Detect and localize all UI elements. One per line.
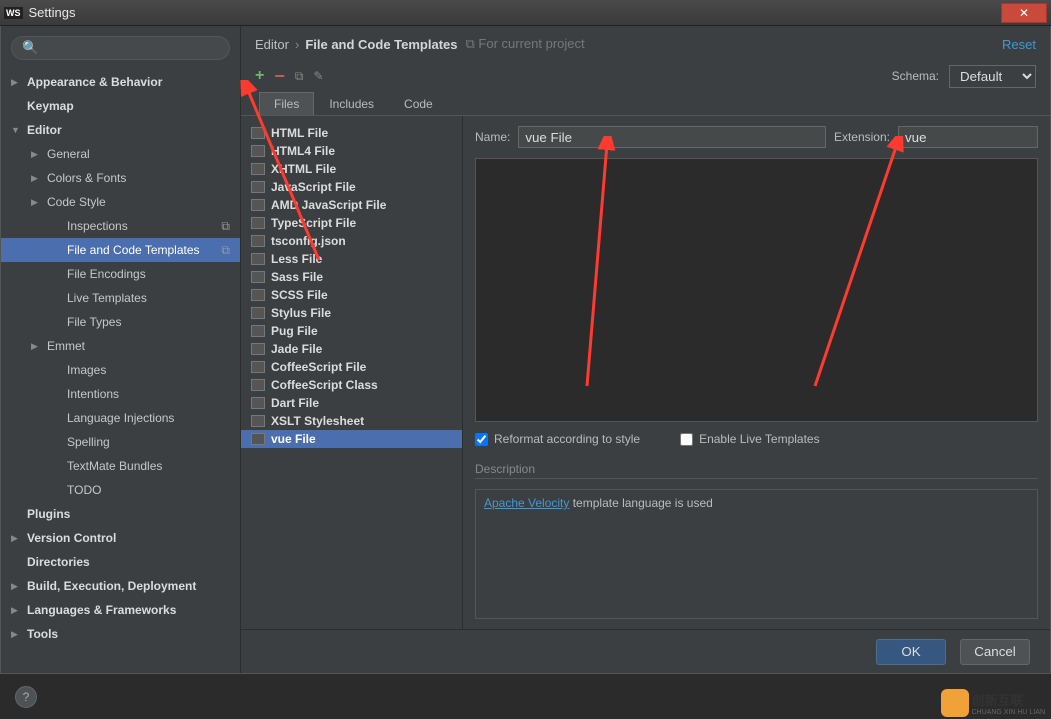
titlebar: WS Settings ✕ xyxy=(0,0,1051,26)
tree-item[interactable]: Intentions xyxy=(1,382,240,406)
file-icon xyxy=(251,127,265,139)
window-title: Settings xyxy=(29,5,76,20)
template-item[interactable]: CoffeeScript File xyxy=(241,358,462,376)
add-icon[interactable]: + xyxy=(255,67,264,85)
template-item[interactable]: XSLT Stylesheet xyxy=(241,412,462,430)
tab-code[interactable]: Code xyxy=(389,92,448,115)
template-item[interactable]: HTML4 File xyxy=(241,142,462,160)
tree-item[interactable]: ▶General xyxy=(1,142,240,166)
tree-item[interactable]: ▶Code Style xyxy=(1,190,240,214)
tree-item[interactable]: ▶Colors & Fonts xyxy=(1,166,240,190)
template-item[interactable]: Stylus File xyxy=(241,304,462,322)
schema-label: Schema: xyxy=(892,69,939,83)
tree-item[interactable]: ▶Appearance & Behavior xyxy=(1,70,240,94)
tab-files[interactable]: Files xyxy=(259,92,314,115)
tree-item[interactable]: Images xyxy=(1,358,240,382)
template-item[interactable]: Dart File xyxy=(241,394,462,412)
description-label: Description xyxy=(475,462,1038,479)
settings-tree[interactable]: ▶Appearance & BehaviorKeymap▼Editor▶Gene… xyxy=(1,66,240,673)
velocity-link[interactable]: Apache Velocity xyxy=(484,496,569,510)
copy-icon[interactable]: ⧉ xyxy=(295,69,304,84)
template-item[interactable]: Jade File xyxy=(241,340,462,358)
tree-item[interactable]: Directories xyxy=(1,550,240,574)
dialog-buttons: OK Cancel xyxy=(241,629,1050,673)
file-icon xyxy=(251,307,265,319)
live-templates-checkbox[interactable]: Enable Live Templates xyxy=(680,432,820,446)
tree-item[interactable]: Live Templates xyxy=(1,286,240,310)
reset-link[interactable]: Reset xyxy=(1002,37,1036,52)
tabs: FilesIncludesCode xyxy=(241,90,1050,116)
watermark: 创新互联CHUANG XIN HU LIAN xyxy=(941,689,1045,717)
tree-item[interactable]: TextMate Bundles xyxy=(1,454,240,478)
template-item[interactable]: Pug File xyxy=(241,322,462,340)
tree-item[interactable]: Keymap xyxy=(1,94,240,118)
file-icon xyxy=(251,433,265,445)
template-item[interactable]: AMD JavaScript File xyxy=(241,196,462,214)
schema-select[interactable]: Default xyxy=(949,65,1036,88)
tree-item[interactable]: TODO xyxy=(1,478,240,502)
tree-item[interactable]: File Types xyxy=(1,310,240,334)
template-editor[interactable] xyxy=(475,158,1038,422)
template-item[interactable]: SCSS File xyxy=(241,286,462,304)
template-item[interactable]: Less File xyxy=(241,250,462,268)
file-icon xyxy=(251,199,265,211)
tree-item[interactable]: ▼Editor xyxy=(1,118,240,142)
cancel-button[interactable]: Cancel xyxy=(960,639,1030,665)
name-label: Name: xyxy=(475,130,510,144)
file-icon xyxy=(251,361,265,373)
template-item[interactable]: vue File xyxy=(241,430,462,448)
settings-tree-panel: ▶Appearance & BehaviorKeymap▼Editor▶Gene… xyxy=(1,26,241,673)
tree-item[interactable]: Language Injections xyxy=(1,406,240,430)
file-icon xyxy=(251,253,265,265)
extension-label: Extension: xyxy=(834,130,890,144)
file-icon xyxy=(251,271,265,283)
template-item[interactable]: XHTML File xyxy=(241,160,462,178)
tree-item[interactable]: ▶Build, Execution, Deployment xyxy=(1,574,240,598)
toolbar: + − ⧉ ✎ Schema: Default xyxy=(241,62,1050,90)
paste-icon[interactable]: ✎ xyxy=(313,69,323,83)
search-input[interactable] xyxy=(11,36,230,60)
app-badge: WS xyxy=(4,7,23,19)
tree-item[interactable]: File and Code Templates⧉ xyxy=(1,238,240,262)
description-box: Apache Velocity template language is use… xyxy=(475,489,1038,619)
template-form: Name: Extension: Reformat according to s… xyxy=(463,116,1050,629)
file-icon xyxy=(251,235,265,247)
file-icon xyxy=(251,415,265,427)
reformat-checkbox[interactable]: Reformat according to style xyxy=(475,432,640,446)
help-button[interactable]: ? xyxy=(15,686,37,708)
tree-item[interactable]: ▶Languages & Frameworks xyxy=(1,598,240,622)
remove-icon[interactable]: − xyxy=(274,66,285,87)
template-list[interactable]: HTML FileHTML4 FileXHTML FileJavaScript … xyxy=(241,116,463,629)
file-icon xyxy=(251,379,265,391)
template-item[interactable]: TypeScript File xyxy=(241,214,462,232)
tree-item[interactable]: File Encodings xyxy=(1,262,240,286)
file-icon xyxy=(251,163,265,175)
file-icon xyxy=(251,325,265,337)
tree-item[interactable]: Plugins xyxy=(1,502,240,526)
tree-item[interactable]: Inspections⧉ xyxy=(1,214,240,238)
tree-item[interactable]: Spelling xyxy=(1,430,240,454)
template-item[interactable]: tsconfig.json xyxy=(241,232,462,250)
template-item[interactable]: Sass File xyxy=(241,268,462,286)
tab-includes[interactable]: Includes xyxy=(314,92,389,115)
close-button[interactable]: ✕ xyxy=(1001,3,1047,23)
template-item[interactable]: CoffeeScript Class xyxy=(241,376,462,394)
ok-button[interactable]: OK xyxy=(876,639,946,665)
template-item[interactable]: JavaScript File xyxy=(241,178,462,196)
template-item[interactable]: HTML File xyxy=(241,124,462,142)
file-icon xyxy=(251,397,265,409)
tree-item[interactable]: ▶Tools xyxy=(1,622,240,646)
file-icon xyxy=(251,145,265,157)
file-icon xyxy=(251,217,265,229)
name-field[interactable] xyxy=(518,126,826,148)
file-icon xyxy=(251,343,265,355)
file-icon xyxy=(251,181,265,193)
tree-item[interactable]: ▶Version Control xyxy=(1,526,240,550)
file-icon xyxy=(251,289,265,301)
breadcrumb: Editor › File and Code Templates ⧉ For c… xyxy=(241,26,1050,62)
main-panel: Editor › File and Code Templates ⧉ For c… xyxy=(241,26,1050,673)
extension-field[interactable] xyxy=(898,126,1038,148)
tree-item[interactable]: ▶Emmet xyxy=(1,334,240,358)
